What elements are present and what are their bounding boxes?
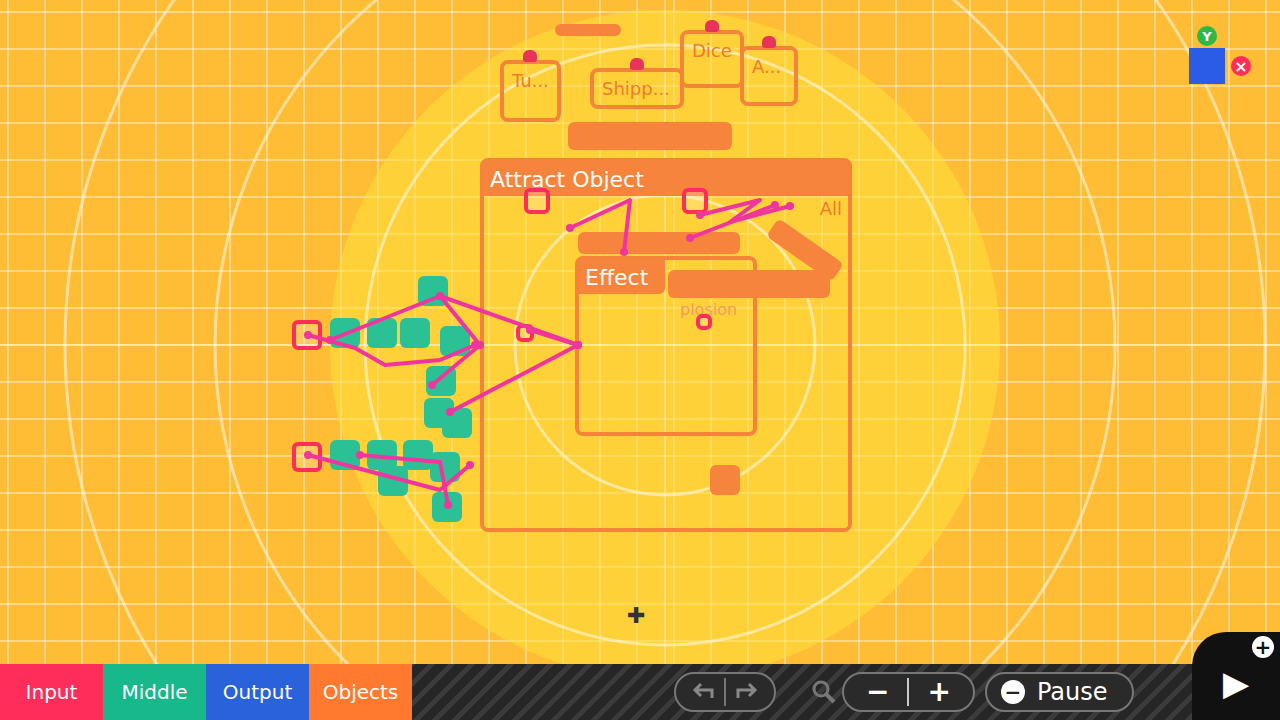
wire-end-icon	[686, 234, 694, 242]
play-icon: ▶	[1223, 663, 1249, 703]
plus-badge: +	[1252, 636, 1274, 658]
wire[interactable]	[440, 296, 578, 345]
wires	[0, 0, 1280, 664]
close-button[interactable]: ×	[1231, 56, 1251, 76]
separator	[724, 678, 726, 706]
bar-node[interactable]	[668, 270, 830, 298]
zoom-in-button[interactable]: +	[927, 678, 950, 706]
separator	[907, 678, 909, 706]
wire-end-icon	[446, 408, 454, 416]
middle-nodon[interactable]	[403, 440, 433, 470]
wire-end-icon	[326, 336, 334, 344]
wire[interactable]	[432, 345, 480, 385]
wire-end-icon	[574, 341, 582, 349]
cursor-icon: ✚	[627, 603, 645, 628]
wire-end-icon	[466, 461, 474, 469]
bar-node[interactable]	[555, 24, 621, 36]
stripes	[412, 664, 674, 720]
grid-rings	[0, 0, 1280, 664]
object-node-label: Shipp...	[602, 78, 670, 99]
wire-end-icon	[574, 341, 582, 349]
object-node[interactable]: Dice	[680, 30, 744, 88]
nodon-face-icon	[762, 36, 776, 48]
attract-object-frame[interactable]: Attract Object All	[480, 158, 852, 532]
bar-node[interactable]	[578, 232, 740, 254]
pause-label: Pause	[1037, 678, 1108, 706]
undo-redo	[674, 672, 776, 712]
object-node[interactable]	[710, 465, 740, 495]
nodon-face-icon	[523, 50, 537, 62]
wire-end-icon	[526, 326, 534, 334]
wire-end-icon	[476, 341, 484, 349]
redo-icon[interactable]	[732, 680, 762, 704]
nodon-face-icon	[630, 58, 644, 70]
object-node[interactable]: Tu...	[500, 60, 561, 122]
y-button[interactable]: Y	[1197, 26, 1217, 46]
frame-title: Attract Object	[490, 167, 644, 192]
palette-tab[interactable]: Input	[0, 664, 103, 720]
object-node-label: A...	[752, 56, 781, 77]
wire-end-icon	[444, 501, 452, 509]
pause-button[interactable]: −Pause	[985, 672, 1134, 712]
wire[interactable]	[690, 205, 775, 238]
nodon-face-icon	[705, 20, 719, 32]
zoom-out-button[interactable]: −	[866, 678, 889, 706]
wire-end-icon	[696, 211, 704, 219]
play-button[interactable]: ▶+	[1192, 632, 1280, 720]
wire[interactable]	[360, 455, 448, 505]
middle-nodon[interactable]	[400, 318, 430, 348]
magnifier-icon	[810, 678, 838, 706]
wire-end-icon	[436, 292, 444, 300]
wire-end-icon	[304, 331, 312, 339]
programming-canvas[interactable]: Tu... Shipp... Dice A... Attract Object All Ef…	[0, 0, 1280, 664]
palette-tab[interactable]: Objects	[309, 664, 412, 720]
wire-end-icon	[356, 451, 364, 459]
input-nodon[interactable]	[524, 188, 550, 214]
wire-end-icon	[428, 381, 436, 389]
frame-header: Effect	[579, 260, 665, 294]
wire-end-icon	[476, 341, 484, 349]
object-node[interactable]: A...	[740, 46, 798, 106]
undo-icon[interactable]	[688, 680, 718, 704]
wire-end-icon	[566, 224, 574, 232]
input-nodon[interactable]	[696, 314, 712, 330]
frame-title: Effect	[585, 265, 648, 290]
wire-end-icon	[304, 451, 312, 459]
bar-node[interactable]	[568, 122, 732, 150]
game-builder-screen: Tu... Shipp... Dice A... Attract Object All Ef…	[0, 0, 1280, 720]
input-nodon[interactable]	[682, 188, 708, 214]
wire-end-icon	[771, 201, 779, 209]
wire[interactable]	[570, 200, 630, 252]
object-node-label: Dice	[692, 40, 732, 61]
wire-end-icon	[620, 248, 628, 256]
wire[interactable]	[530, 330, 578, 345]
object-node[interactable]: Shipp...	[590, 68, 684, 109]
wire-end-icon	[574, 341, 582, 349]
object-node-label: Tu...	[512, 70, 549, 91]
minus-button-icon: −	[1001, 680, 1025, 704]
palette-tab[interactable]: Middle	[103, 664, 206, 720]
camera-widget[interactable]: Y×	[1185, 26, 1255, 88]
frame-badge: All	[820, 198, 842, 219]
wire[interactable]	[308, 335, 475, 365]
wire-end-icon	[786, 202, 794, 210]
camera-box-icon	[1189, 48, 1225, 84]
toolbar: −+−Pause	[674, 664, 1254, 720]
palette-tab[interactable]: Output	[206, 664, 309, 720]
bottom-bar: InputMiddleOutputObjects−+−Pause	[0, 664, 1280, 720]
zoom-control: −+	[842, 672, 975, 712]
